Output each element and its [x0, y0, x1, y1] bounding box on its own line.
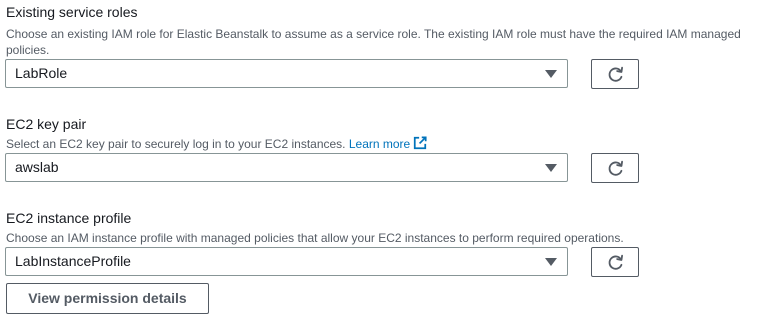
- instance-profile-selected-value: LabInstanceProfile: [15, 253, 131, 269]
- learn-more-link[interactable]: Learn more: [348, 136, 427, 151]
- external-link-icon: [414, 136, 427, 150]
- key-pair-description-line: Select an EC2 key pair to securely log i…: [6, 136, 756, 152]
- caret-down-icon: [545, 70, 557, 78]
- service-roles-label: Existing service roles: [6, 4, 138, 20]
- refresh-icon: [608, 254, 623, 270]
- instance-profile-section: EC2 instance profile Choose an IAM insta…: [6, 209, 756, 246]
- learn-more-label: Learn more: [348, 137, 411, 151]
- service-roles-selected-value: LabRole: [15, 65, 68, 81]
- caret-down-icon: [545, 258, 557, 266]
- view-permission-details-button[interactable]: View permission details: [6, 283, 209, 314]
- refresh-icon: [608, 66, 623, 82]
- key-pair-refresh-button[interactable]: [591, 153, 639, 183]
- service-roles-select[interactable]: LabRole: [5, 59, 568, 88]
- key-pair-select[interactable]: awslab: [5, 153, 568, 182]
- instance-profile-select[interactable]: LabInstanceProfile: [5, 247, 568, 276]
- refresh-icon: [608, 160, 623, 176]
- key-pair-label: EC2 key pair: [6, 116, 87, 132]
- instance-profile-description: Choose an IAM instance profile with mana…: [6, 231, 624, 245]
- caret-down-icon: [545, 164, 557, 172]
- key-pair-section: EC2 key pair Select an EC2 key pair to s…: [6, 115, 756, 152]
- key-pair-selected-value: awslab: [15, 159, 59, 175]
- instance-profile-label: EC2 instance profile: [6, 210, 132, 226]
- instance-profile-refresh-button[interactable]: [591, 247, 639, 277]
- key-pair-description: Select an EC2 key pair to securely log i…: [6, 137, 346, 151]
- service-roles-section: Existing service roles Choose an existin…: [6, 3, 756, 58]
- service-roles-refresh-button[interactable]: [591, 59, 639, 89]
- service-roles-description: Choose an existing IAM role for Elastic …: [6, 27, 741, 57]
